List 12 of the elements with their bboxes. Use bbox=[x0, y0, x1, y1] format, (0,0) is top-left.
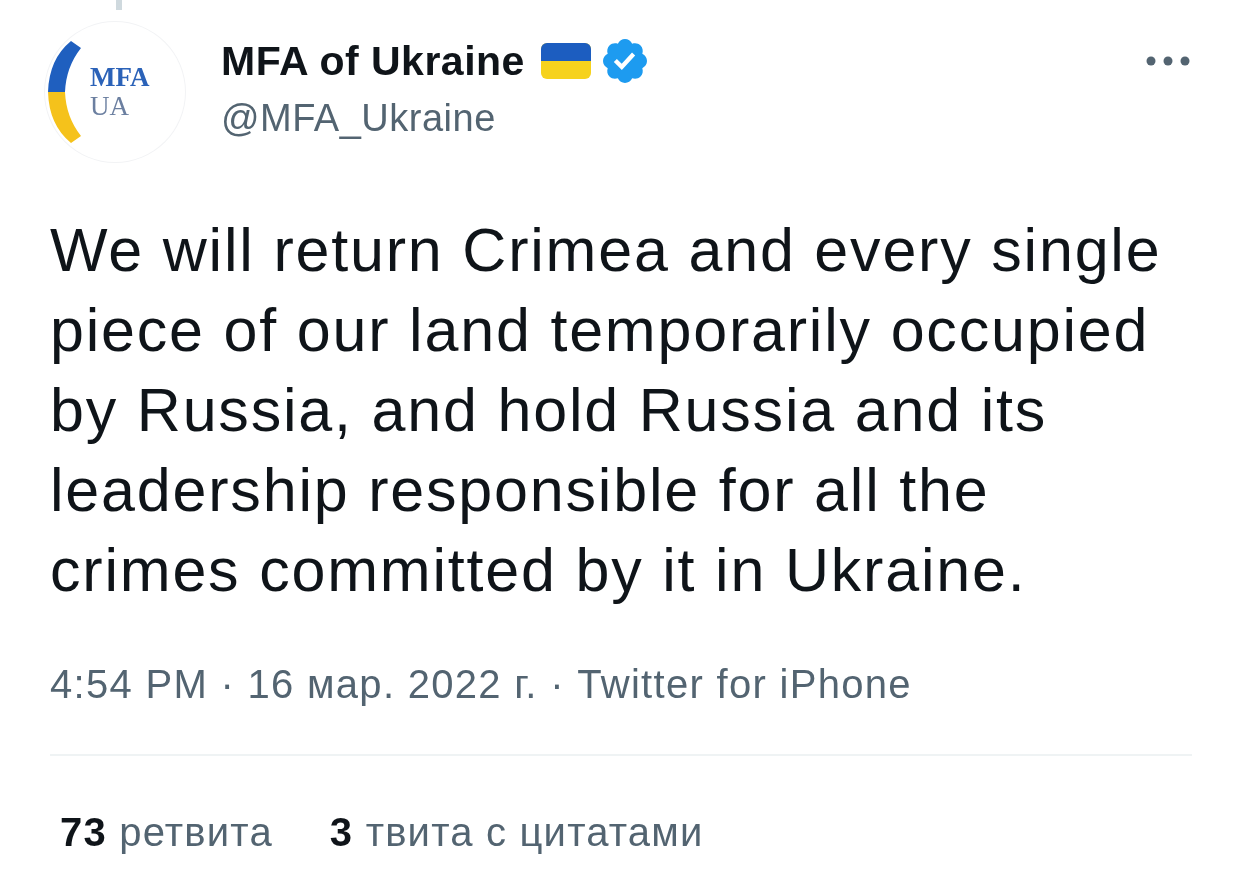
author-name[interactable]: MFA of Ukraine bbox=[221, 38, 525, 84]
more-options-icon[interactable] bbox=[1146, 56, 1190, 66]
stat-link[interactable]: 73 ретвита bbox=[60, 810, 273, 854]
tweet-timestamp: 4:54 PM · 16 мар. 2022 г. · Twitter for iPhone bbox=[50, 662, 912, 706]
avatar[interactable]: MFA UA bbox=[45, 22, 185, 162]
author-handle[interactable]: @MFA_Ukraine bbox=[221, 96, 647, 140]
logo-text: MFA bbox=[90, 64, 150, 91]
logo-arc-icon bbox=[48, 41, 82, 143]
logo-text: UA bbox=[90, 93, 130, 120]
stat-link[interactable]: 3 твита с цитатами bbox=[329, 810, 704, 854]
flag-icon bbox=[540, 43, 591, 79]
tweet-text: We will return Crimea and every single piece of our land temporarily occupied by Russia, and hold Russia and its leadership responsible for all the crimes committed by it in Ukraine. bbox=[50, 215, 1163, 606]
